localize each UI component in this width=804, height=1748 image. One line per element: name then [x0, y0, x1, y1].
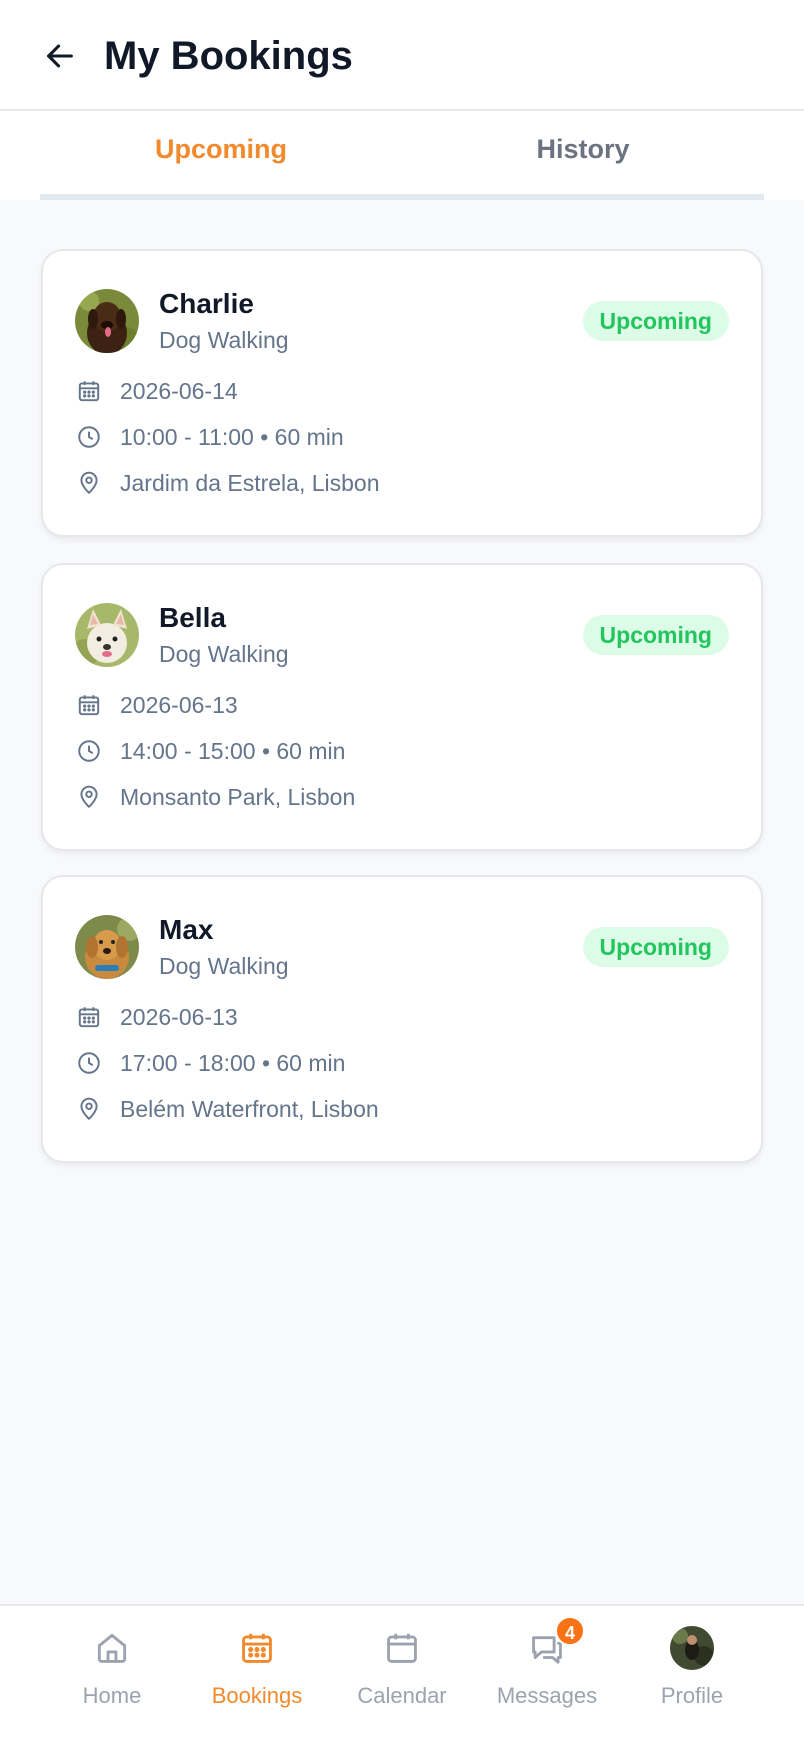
calendar-grid-icon [235, 1626, 279, 1670]
tab-history[interactable]: History [402, 131, 764, 167]
arrow-left-icon [47, 44, 73, 68]
calendar-icon [75, 1003, 103, 1031]
booking-card[interactable]: Charlie Dog Walking Upcoming 2026-06-14 … [41, 249, 763, 537]
nav-bookings[interactable]: Bookings [185, 1606, 329, 1726]
nav-label: Calendar [357, 1683, 447, 1708]
avatar [670, 1626, 714, 1670]
back-button[interactable] [40, 36, 80, 76]
booking-date: 2026-06-14 [75, 375, 238, 407]
pet-avatar [75, 915, 139, 979]
pet-avatar [75, 603, 139, 667]
page-title: My Bookings [104, 34, 353, 78]
service-type: Dog Walking [159, 327, 289, 353]
time-text: 10:00 - 11:00 • 60 min [120, 424, 344, 450]
booking-time: 17:00 - 18:00 • 60 min [75, 1047, 345, 1079]
bottom-navigation: Home Bookings Calendar 4 Messages Profil… [0, 1604, 804, 1748]
status-badge: Upcoming [582, 301, 729, 341]
booking-location: Jardim da Estrela, Lisbon [75, 467, 380, 499]
clock-icon [75, 423, 103, 451]
tab-bar: Upcoming History [0, 111, 804, 200]
location-pin-icon [75, 783, 103, 811]
pet-avatar [75, 289, 139, 353]
nav-label: Bookings [211, 1683, 303, 1708]
time-text: 17:00 - 18:00 • 60 min [120, 1050, 346, 1076]
date-text: 2026-06-13 [120, 1004, 238, 1030]
nav-messages[interactable]: 4 Messages [475, 1606, 619, 1726]
clock-icon [75, 737, 103, 765]
pet-name: Max [159, 914, 214, 945]
booking-location: Monsanto Park, Lisbon [75, 781, 355, 813]
booking-location: Belém Waterfront, Lisbon [75, 1093, 379, 1125]
location-text: Jardim da Estrela, Lisbon [120, 470, 380, 496]
unread-badge: 4 [555, 1616, 585, 1646]
booking-card[interactable]: Bella Dog Walking Upcoming 2026-06-13 14… [41, 563, 763, 851]
booking-time: 10:00 - 11:00 • 60 min [75, 421, 344, 453]
location-text: Monsanto Park, Lisbon [120, 784, 356, 810]
clock-icon [75, 1049, 103, 1077]
booking-date: 2026-06-13 [75, 1001, 238, 1033]
nav-label: Messages [496, 1683, 598, 1708]
calendar-icon [380, 1626, 424, 1670]
booking-card[interactable]: Max Dog Walking Upcoming 2026-06-13 17:0… [41, 875, 763, 1163]
nav-label: Profile [660, 1683, 724, 1708]
date-text: 2026-06-14 [120, 378, 238, 404]
location-text: Belém Waterfront, Lisbon [120, 1096, 379, 1122]
status-badge: Upcoming [582, 927, 729, 967]
pet-name: Bella [159, 602, 226, 633]
nav-profile[interactable]: Profile [620, 1606, 764, 1726]
nav-home[interactable]: Home [40, 1606, 184, 1726]
time-text: 14:00 - 15:00 • 60 min [120, 738, 346, 764]
nav-calendar[interactable]: Calendar [330, 1606, 474, 1726]
service-type: Dog Walking [159, 953, 289, 979]
home-icon [90, 1626, 134, 1670]
booking-time: 14:00 - 15:00 • 60 min [75, 735, 345, 767]
date-text: 2026-06-13 [120, 692, 238, 718]
calendar-icon [75, 377, 103, 405]
service-type: Dog Walking [159, 641, 289, 667]
tab-upcoming[interactable]: Upcoming [40, 131, 402, 167]
pet-name: Charlie [159, 288, 254, 319]
location-pin-icon [75, 469, 103, 497]
chat-icon: 4 [525, 1616, 585, 1670]
app-header: My Bookings [0, 0, 804, 111]
calendar-icon [75, 691, 103, 719]
nav-label: Home [82, 1683, 142, 1708]
location-pin-icon [75, 1095, 103, 1123]
status-badge: Upcoming [582, 615, 729, 655]
booking-date: 2026-06-13 [75, 689, 238, 721]
tab-indicator [40, 194, 764, 200]
